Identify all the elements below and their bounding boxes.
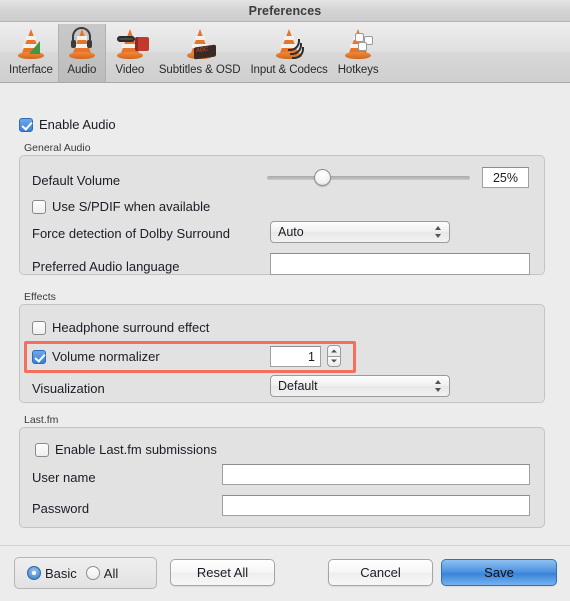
username-label: User name — [32, 470, 96, 485]
volume-normalizer-input[interactable]: 1 — [270, 346, 321, 367]
default-volume-value-field[interactable]: 25% — [482, 167, 529, 188]
enable-audio-checkbox[interactable] — [19, 117, 33, 132]
preferred-language-input[interactable] — [270, 253, 530, 275]
mode-all-label: All — [103, 565, 119, 581]
headphone-surround-label: Headphone surround effect — [52, 320, 210, 335]
username-input[interactable] — [222, 464, 530, 485]
spdif-checkbox[interactable] — [32, 199, 46, 214]
volume-normalizer-value: 1 — [308, 349, 315, 364]
password-input[interactable] — [222, 495, 530, 516]
tab-video-label: Video — [115, 64, 145, 76]
dialog-footer: Basic All Reset All Cancel Save — [0, 545, 570, 601]
visualization-label: Visualization — [32, 381, 105, 396]
stepper-decrement-button[interactable] — [327, 355, 341, 367]
effects-group-title: Effects — [24, 291, 56, 303]
tab-audio[interactable]: Audio — [57, 24, 106, 82]
tab-video[interactable]: Video — [106, 24, 154, 82]
save-button[interactable]: Save — [441, 559, 557, 586]
chevron-updown-icon — [435, 379, 442, 393]
preferences-content: Enable Audio General Audio Default Volum… — [0, 83, 570, 545]
preferred-language-label: Preferred Audio language — [32, 259, 180, 274]
tab-hotkeys-label: Hotkeys — [337, 64, 379, 76]
preferences-toolbar: Interface Audio Video Subtitles & OSD — [0, 22, 570, 83]
tab-subtitles-osd[interactable]: Subtitles & OSD — [154, 24, 246, 82]
visualization-select[interactable]: Default — [270, 375, 450, 397]
tab-audio-label: Audio — [67, 64, 97, 76]
headphone-surround-checkbox[interactable] — [32, 320, 46, 335]
mode-radio-group: Basic All — [14, 557, 157, 589]
spdif-row[interactable]: Use S/PDIF when available — [32, 199, 210, 214]
tab-interface[interactable]: Interface — [4, 24, 58, 82]
window-title: Preferences — [248, 3, 322, 18]
default-volume-value: 25% — [492, 170, 519, 185]
volume-normalizer-label: Volume normalizer — [52, 349, 160, 364]
tab-subtitles-osd-label: Subtitles & OSD — [158, 64, 241, 76]
tab-hotkeys[interactable]: Hotkeys — [333, 24, 384, 82]
vlc-cone-keys-icon — [339, 27, 377, 63]
vlc-cone-film-icon — [111, 27, 149, 63]
enable-audio-label: Enable Audio — [39, 117, 116, 132]
stepper-increment-button[interactable] — [327, 345, 341, 356]
preferences-window: Preferences Interface Audio Video S — [0, 0, 570, 601]
lastfm-group-title: Last.fm — [24, 414, 59, 426]
default-volume-slider[interactable] — [267, 169, 470, 187]
vlc-cone-headset-icon — [63, 27, 101, 63]
lastfm-enable-checkbox[interactable] — [35, 442, 49, 457]
volume-normalizer-checkbox[interactable] — [32, 349, 46, 364]
lastfm-enable-label: Enable Last.fm submissions — [55, 442, 217, 457]
dolby-surround-select[interactable]: Auto — [270, 221, 450, 243]
default-volume-label: Default Volume — [32, 173, 121, 188]
lastfm-enable-row[interactable]: Enable Last.fm submissions — [35, 442, 217, 457]
slider-track — [267, 176, 470, 180]
dolby-surround-value: Auto — [278, 225, 304, 239]
tab-input-codecs-label: Input & Codecs — [250, 64, 328, 76]
reset-all-button[interactable]: Reset All — [170, 559, 275, 586]
slider-knob[interactable] — [313, 169, 331, 186]
cancel-button[interactable]: Cancel — [328, 559, 433, 586]
chevron-updown-icon — [435, 225, 442, 239]
mode-all-radio[interactable] — [85, 566, 100, 580]
window-titlebar: Preferences — [0, 0, 570, 22]
vlc-cone-interface-icon — [12, 27, 50, 63]
general-audio-group-title: General Audio — [24, 142, 91, 154]
volume-normalizer-row[interactable]: Volume normalizer — [32, 349, 160, 364]
tab-interface-label: Interface — [9, 64, 53, 76]
headphone-surround-row[interactable]: Headphone surround effect — [32, 320, 209, 335]
visualization-value: Default — [278, 379, 318, 393]
mode-basic-label: Basic — [45, 565, 77, 581]
mode-basic-radio[interactable] — [27, 566, 41, 580]
spdif-label: Use S/PDIF when available — [52, 199, 211, 214]
mode-basic-option[interactable]: Basic — [27, 566, 77, 581]
volume-normalizer-stepper[interactable] — [327, 345, 341, 367]
password-label: Password — [32, 501, 90, 516]
vlc-cone-subtitles-icon — [181, 27, 219, 63]
vlc-cone-cables-icon — [270, 27, 308, 63]
tab-input-codecs[interactable]: Input & Codecs — [245, 24, 332, 82]
enable-audio-row[interactable]: Enable Audio — [19, 117, 116, 132]
mode-all-option[interactable]: All — [85, 565, 119, 581]
dolby-surround-label: Force detection of Dolby Surround — [32, 226, 230, 241]
